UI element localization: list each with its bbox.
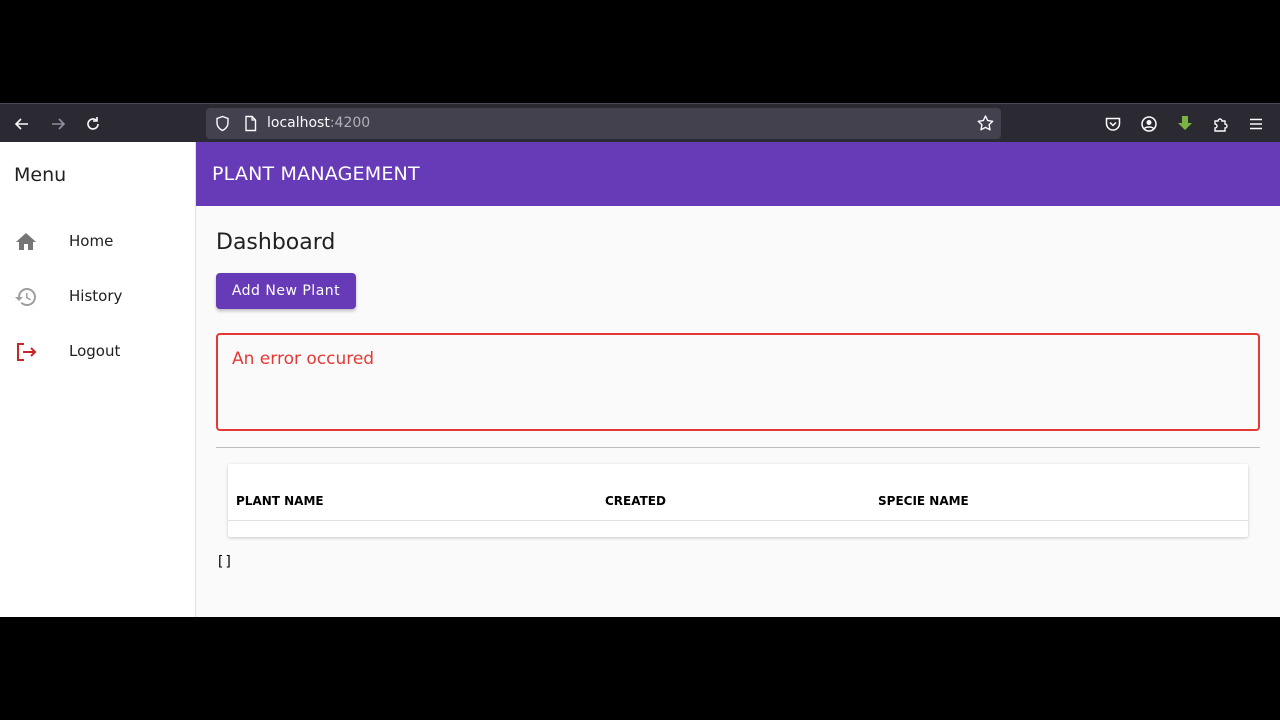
- column-header-plant-name[interactable]: PLANT NAME: [236, 494, 324, 508]
- sidebar: Menu Home History Logout: [0, 142, 196, 617]
- back-arrow-icon[interactable]: [10, 112, 34, 136]
- forward-arrow-icon[interactable]: [46, 112, 70, 136]
- letterbox-bottom: [0, 617, 1280, 720]
- divider: [216, 447, 1260, 448]
- pocket-icon[interactable]: [1101, 112, 1125, 136]
- column-header-specie-name[interactable]: SPECIE NAME: [878, 494, 969, 508]
- browser-toolbar: localhost:4200: [0, 103, 1280, 142]
- plants-table: PLANT NAME CREATED SPECIE NAME: [228, 464, 1248, 537]
- app-header: PLANT MANAGEMENT: [196, 142, 1280, 206]
- sidebar-item-label: History: [69, 287, 123, 305]
- page-icon[interactable]: [242, 115, 259, 132]
- extensions-icon[interactable]: [1209, 112, 1233, 136]
- sidebar-item-label: Home: [69, 232, 114, 250]
- error-box: An error occured: [216, 333, 1260, 431]
- app-title: PLANT MANAGEMENT: [212, 163, 420, 185]
- sidebar-item-home[interactable]: Home: [0, 218, 195, 266]
- hamburger-menu-icon[interactable]: [1244, 112, 1268, 136]
- main-content: Dashboard Add New Plant An error occured…: [196, 206, 1280, 617]
- download-icon[interactable]: [1173, 112, 1197, 136]
- url-bar[interactable]: localhost:4200: [206, 108, 1001, 139]
- sidebar-title: Menu: [14, 164, 67, 186]
- account-icon[interactable]: [1137, 112, 1161, 136]
- app: Menu Home History Logout PLANT MANAGEMEN…: [0, 142, 1280, 617]
- column-header-created[interactable]: CREATED: [605, 494, 666, 508]
- sidebar-item-label: Logout: [69, 342, 121, 360]
- url-text: localhost:4200: [267, 115, 370, 131]
- page-title: Dashboard: [216, 230, 336, 255]
- header-row-divider: [228, 520, 1248, 521]
- url-port: :4200: [329, 115, 371, 131]
- star-icon[interactable]: [976, 114, 995, 133]
- logout-icon: [17, 343, 37, 361]
- url-host: localhost: [267, 115, 330, 131]
- letterbox-top: [0, 0, 1280, 103]
- reload-icon[interactable]: [81, 112, 105, 136]
- shield-icon[interactable]: [214, 115, 231, 132]
- raw-json-output: []: [216, 554, 233, 570]
- home-icon: [16, 233, 36, 250]
- sidebar-item-history[interactable]: History: [0, 273, 195, 321]
- error-message: An error occured: [232, 349, 375, 369]
- history-icon: [15, 288, 36, 306]
- sidebar-item-logout[interactable]: Logout: [0, 328, 195, 376]
- add-new-plant-button[interactable]: Add New Plant: [216, 273, 356, 309]
